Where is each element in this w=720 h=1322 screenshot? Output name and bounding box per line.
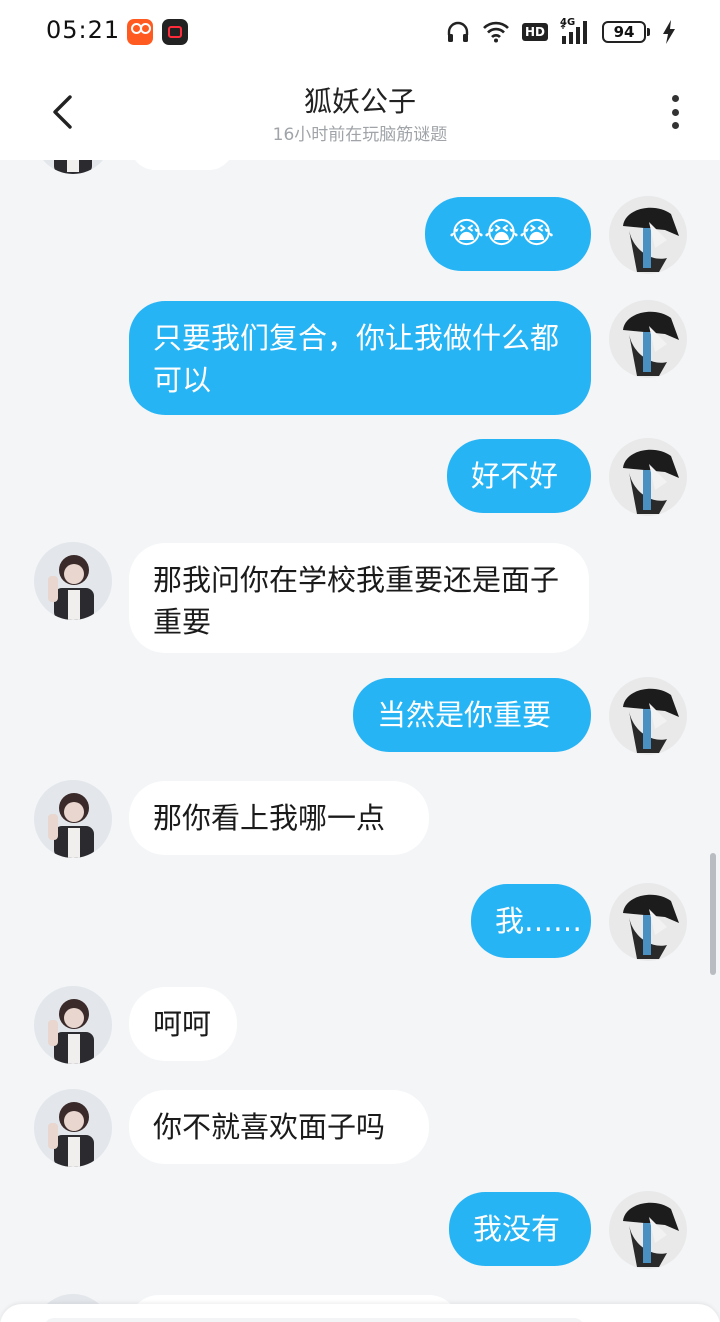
chat-header: 狐妖公子 16小时前在玩脑筋谜题 <box>0 64 720 160</box>
message-bubble-outgoing[interactable]: 当然是你重要 <box>353 678 591 752</box>
kuaishou-app-icon <box>127 19 153 45</box>
message-bubble-outgoing[interactable]: 😭😭😭 <box>425 197 591 271</box>
message-bubble-incoming[interactable] <box>130 160 234 170</box>
self-avatar[interactable] <box>609 883 687 961</box>
video-recorder-app-icon <box>162 19 188 45</box>
contact-status: 16小时前在玩脑筋谜题 <box>272 125 448 145</box>
hd-icon: HD <box>521 23 548 41</box>
message-bubble-outgoing[interactable]: 我没有 <box>449 1192 591 1266</box>
self-avatar[interactable] <box>609 300 687 378</box>
peer-avatar[interactable] <box>34 986 112 1064</box>
message-bubble-outgoing[interactable]: 只要我们复合，你让我做什么都可以 <box>129 301 591 415</box>
status-time: 05:21 <box>46 16 121 44</box>
message-bubble-outgoing[interactable]: 好不好 <box>447 439 591 513</box>
status-bar: 05:21 HD 4G 94 <box>0 0 720 64</box>
self-avatar[interactable] <box>609 438 687 516</box>
peer-avatar[interactable] <box>34 542 112 620</box>
message-bubble-incoming[interactable]: 你不就喜欢面子吗 <box>129 1090 429 1164</box>
chat-scrollbar[interactable] <box>710 853 716 975</box>
battery-level: 94 <box>613 23 635 41</box>
message-list[interactable]: 😭😭😭 只要我们复合，你让我做什么都可以 好不好 那我问你在学校我重要还是面子重… <box>0 160 720 1322</box>
message-bubble-incoming[interactable]: 那你看上我哪一点 <box>129 781 429 855</box>
self-avatar[interactable] <box>609 1191 687 1269</box>
message-bubble-incoming[interactable]: 那我问你在学校我重要还是面子重要 <box>129 543 589 653</box>
network-type-label: 4G <box>560 17 576 28</box>
peer-avatar[interactable] <box>34 1089 112 1167</box>
self-avatar[interactable] <box>609 196 687 274</box>
headphones-icon <box>447 21 469 42</box>
peer-avatar[interactable] <box>34 780 112 858</box>
peer-avatar[interactable] <box>34 160 112 174</box>
charging-icon <box>663 20 675 44</box>
message-bubble-incoming[interactable]: 呵呵 <box>129 987 237 1061</box>
wifi-icon <box>483 21 509 43</box>
more-options-button[interactable] <box>660 92 690 132</box>
battery-icon: 94 <box>602 21 650 43</box>
self-avatar[interactable] <box>609 677 687 755</box>
message-input-bar[interactable] <box>0 1304 720 1322</box>
message-bubble-outgoing[interactable]: 我…… <box>471 884 591 958</box>
contact-name[interactable]: 狐妖公子 <box>0 80 720 120</box>
signal-4g-icon: 4G <box>560 17 590 45</box>
